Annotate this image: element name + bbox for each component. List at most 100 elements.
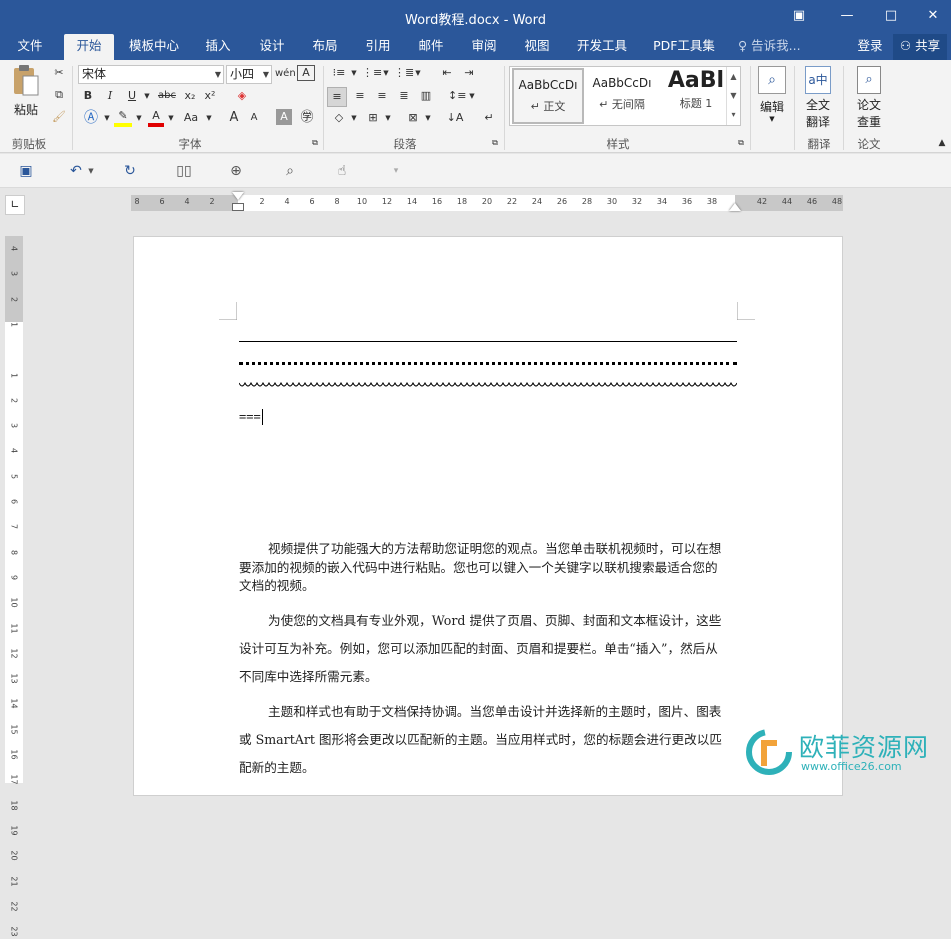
print-preview-icon[interactable]: ⌕ [278, 161, 302, 181]
horizontal-ruler[interactable]: 8642246810121416182022242628303234363842… [131, 195, 843, 211]
minimize-button[interactable]: — [836, 6, 858, 26]
style-heading-1[interactable]: AaBl 标题 1 [660, 68, 732, 124]
vertical-ruler[interactable]: 4321123456789101112131415161718192021222… [5, 236, 23, 783]
tab-view[interactable]: 视图 [515, 34, 559, 60]
paper-check-button[interactable]: ⌕ 论文 查重 [849, 64, 889, 130]
chevron-down-icon[interactable]: ▼ [102, 109, 112, 129]
chevron-down-icon[interactable]: ▼ [204, 109, 214, 129]
chevron-down-icon[interactable]: ▼ [384, 109, 392, 129]
maximize-button[interactable]: □ [880, 6, 902, 26]
italic-button[interactable]: I [102, 87, 118, 107]
subscript-button[interactable]: x₂ [182, 87, 198, 107]
tab-selector[interactable]: ∟ [5, 195, 25, 215]
show-marks-icon[interactable]: ↵ [480, 109, 498, 129]
underline-button[interactable]: U [124, 87, 140, 107]
more-styles-icon[interactable]: ▾ [727, 105, 740, 124]
save-icon[interactable]: ▣ [14, 161, 38, 181]
borders-icon[interactable]: ⊞ [364, 109, 382, 129]
highlight-color-icon[interactable]: ✎ [114, 109, 132, 127]
share-button[interactable]: ⚇ 共享 [893, 34, 947, 60]
increase-indent-icon[interactable]: ⇥ [460, 64, 478, 84]
full-translate-button[interactable]: a中 全文 翻译 [798, 64, 838, 130]
cut-icon[interactable]: ✂ [50, 64, 68, 84]
char-shading-icon[interactable]: A [276, 109, 292, 125]
close-button[interactable]: ✕ [922, 6, 944, 26]
tab-pdf-tools[interactable]: PDF工具集 [647, 34, 721, 60]
touch-mode-icon[interactable]: ☝ [330, 161, 354, 181]
editing-button[interactable]: ⌕ 编辑 ▼ [754, 64, 790, 130]
chevron-down-icon[interactable]: ▼ [166, 109, 176, 129]
document-page[interactable]: === 视频提供了功能强大的方法帮助您证明您的观点。当您单击联机视频时，可以在想… [133, 236, 843, 796]
customize-qat-icon[interactable]: ▾ [384, 161, 408, 181]
chevron-down-icon[interactable]: ▼ [382, 64, 390, 84]
chevron-up-icon[interactable]: ▲ [727, 67, 740, 86]
tab-home[interactable]: 开始 [64, 34, 114, 60]
web-layout-icon[interactable]: ⊕ [224, 161, 248, 181]
change-case-button[interactable]: Aa [180, 109, 202, 129]
char-border-icon[interactable]: A [297, 65, 315, 81]
justify-icon[interactable]: ≣ [395, 87, 413, 107]
tab-mailings[interactable]: 邮件 [409, 34, 453, 60]
tab-design[interactable]: 设计 [250, 34, 294, 60]
ribbon-display-options-button[interactable]: ▣ [788, 6, 810, 26]
style-normal[interactable]: AaBbCcDı ↵ 正文 [512, 68, 584, 124]
tab-layout[interactable]: 布局 [303, 34, 347, 60]
chevron-down-icon[interactable]: ▼ [86, 161, 96, 181]
tab-insert[interactable]: 插入 [196, 34, 240, 60]
text-effects-icon[interactable]: Ⓐ [82, 109, 100, 129]
chevron-down-icon[interactable]: ▼ [414, 64, 422, 84]
collapse-ribbon-icon[interactable]: ▲ [936, 138, 948, 148]
chevron-down-icon[interactable]: ▼ [134, 109, 144, 129]
distributed-icon[interactable]: ▥ [417, 87, 435, 107]
enclose-char-icon[interactable]: ㊫ [298, 109, 316, 129]
first-line-indent-marker[interactable] [232, 192, 244, 200]
tab-references[interactable]: 引用 [356, 34, 400, 60]
right-indent-marker[interactable] [729, 203, 741, 211]
dialog-launcher-icon[interactable]: ⧉ [310, 138, 320, 148]
copy-icon[interactable]: ⧉ [50, 86, 68, 106]
tab-review[interactable]: 审阅 [462, 34, 506, 60]
clear-formatting-icon[interactable]: ◈ [232, 87, 252, 107]
undo-icon[interactable]: ↶ [64, 161, 88, 181]
align-right-icon[interactable]: ≡ [373, 87, 391, 107]
tab-file[interactable]: 文件 [8, 34, 52, 60]
login-button[interactable]: 登录 [852, 34, 888, 60]
chevron-down-icon[interactable]: ▼ [424, 109, 432, 129]
style-no-spacing[interactable]: AaBbCcDı ↵ 无间隔 [586, 68, 658, 124]
paste-button[interactable]: 粘贴 [8, 64, 44, 124]
decrease-indent-icon[interactable]: ⇤ [438, 64, 456, 84]
font-size-select[interactable]: 小四 ▼ [226, 65, 272, 84]
dialog-launcher-icon[interactable]: ⧉ [490, 138, 500, 148]
tell-me-search[interactable]: ♀ 告诉我... [738, 34, 810, 60]
multilevel-list-icon[interactable]: ⋮≣ [394, 64, 412, 84]
chinese-layout-icon[interactable]: ⊠ [404, 109, 422, 129]
format-painter-icon[interactable]: 🖌 [50, 108, 68, 128]
bold-button[interactable]: B [80, 87, 96, 107]
phonetic-guide-icon[interactable]: wén [275, 65, 293, 85]
chevron-down-icon[interactable]: ▼ [142, 87, 152, 107]
align-left-icon[interactable]: ≡ [327, 87, 347, 107]
grow-font-button[interactable]: A [226, 109, 242, 129]
chevron-down-icon[interactable]: ▼ [468, 87, 476, 107]
shrink-font-button[interactable]: A [246, 109, 262, 129]
strikethrough-button[interactable]: abc [156, 87, 178, 107]
align-center-icon[interactable]: ≡ [351, 87, 369, 107]
chevron-down-icon[interactable]: ▼ [727, 86, 740, 105]
read-mode-icon[interactable]: ▯▯ [172, 161, 196, 181]
sort-icon[interactable]: ↓A [446, 109, 464, 129]
chevron-down-icon[interactable]: ▼ [350, 64, 358, 84]
dialog-launcher-icon[interactable]: ⧉ [736, 138, 746, 148]
font-color-icon[interactable]: A [148, 109, 164, 127]
line-spacing-icon[interactable]: ↕≡ [448, 87, 466, 107]
chevron-down-icon[interactable]: ▼ [350, 109, 358, 129]
redo-icon[interactable]: ↻ [118, 161, 142, 181]
font-name-select[interactable]: 宋体 ▼ [78, 65, 224, 84]
shading-icon[interactable]: ◇ [330, 109, 348, 129]
bullets-icon[interactable]: ⁝≡ [330, 64, 348, 84]
tab-developer[interactable]: 开发工具 [570, 34, 634, 60]
numbering-icon[interactable]: ⋮≡ [362, 64, 380, 84]
styles-scroll[interactable]: ▲ ▼ ▾ [726, 67, 740, 125]
tab-template-center[interactable]: 模板中心 [122, 34, 186, 60]
superscript-button[interactable]: x² [202, 87, 218, 107]
left-indent-marker[interactable] [232, 203, 244, 211]
